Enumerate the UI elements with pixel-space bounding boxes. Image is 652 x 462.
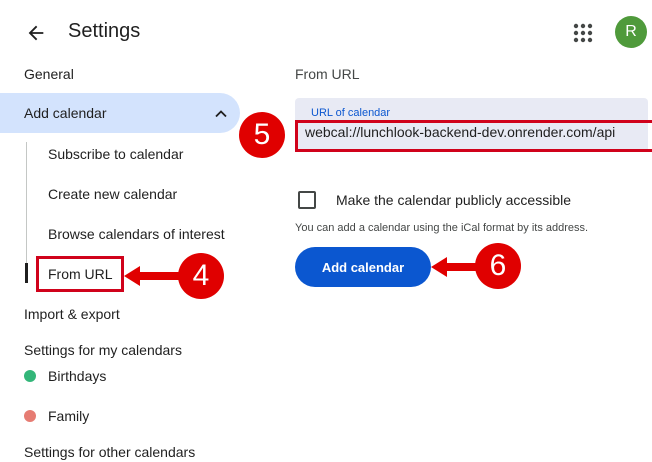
submenu-divider — [26, 142, 27, 282]
nav-item-general[interactable]: General — [24, 66, 74, 82]
public-access-checkbox-row[interactable]: Make the calendar publicly accessible — [298, 190, 571, 210]
calendar-label: Family — [48, 408, 90, 424]
app-header: Settings R — [0, 0, 652, 62]
calendar-color-dot — [24, 370, 36, 382]
arrow-back-icon — [28, 25, 44, 41]
callout-highlight-url — [295, 120, 652, 152]
other-calendars-heading: Settings for other calendars — [24, 444, 196, 460]
section-title: From URL — [295, 66, 360, 82]
calendar-color-dot — [24, 410, 36, 422]
my-calendars-heading: Settings for my calendars — [24, 342, 182, 358]
helper-text: You can add a calendar using the iCal fo… — [295, 222, 589, 234]
public-access-label: Make the calendar publicly accessible — [336, 192, 572, 208]
calendar-item-family[interactable]: Family — [24, 406, 89, 426]
back-button[interactable] — [20, 17, 52, 49]
nav-item-add-calendar-label: Add calendar — [24, 105, 107, 121]
active-indicator — [25, 263, 28, 283]
nav-item-add-calendar[interactable]: Add calendar — [0, 93, 240, 133]
callout-badge-5: 5 — [239, 112, 285, 158]
callout-arrow-4 — [124, 266, 180, 286]
callout-badge-6: 6 — [475, 243, 521, 289]
url-input[interactable]: URL of calendar webcal://lunchlook-backe… — [295, 98, 652, 152]
callout-highlight-from-url — [36, 256, 124, 292]
public-access-checkbox[interactable] — [298, 191, 316, 209]
add-calendar-button[interactable]: Add calendar — [295, 247, 431, 287]
nav-item-import-export[interactable]: Import & export — [24, 306, 120, 322]
callout-badge-4: 4 — [178, 253, 224, 299]
calendar-item-birthdays[interactable]: Birthdays — [24, 366, 106, 386]
chevron-up-icon — [215, 110, 227, 118]
sub-item-subscribe[interactable]: Subscribe to calendar — [48, 146, 183, 162]
avatar[interactable]: R — [615, 16, 647, 48]
apps-grid-icon — [573, 23, 593, 43]
calendar-label: Birthdays — [48, 368, 107, 384]
callout-arrow-6 — [431, 257, 479, 277]
sub-item-browse[interactable]: Browse calendars of interest — [48, 226, 225, 242]
apps-button[interactable] — [568, 18, 598, 48]
sub-item-create[interactable]: Create new calendar — [48, 186, 177, 202]
url-field-label: URL of calendar — [311, 107, 391, 119]
page-title: Settings — [68, 20, 141, 42]
